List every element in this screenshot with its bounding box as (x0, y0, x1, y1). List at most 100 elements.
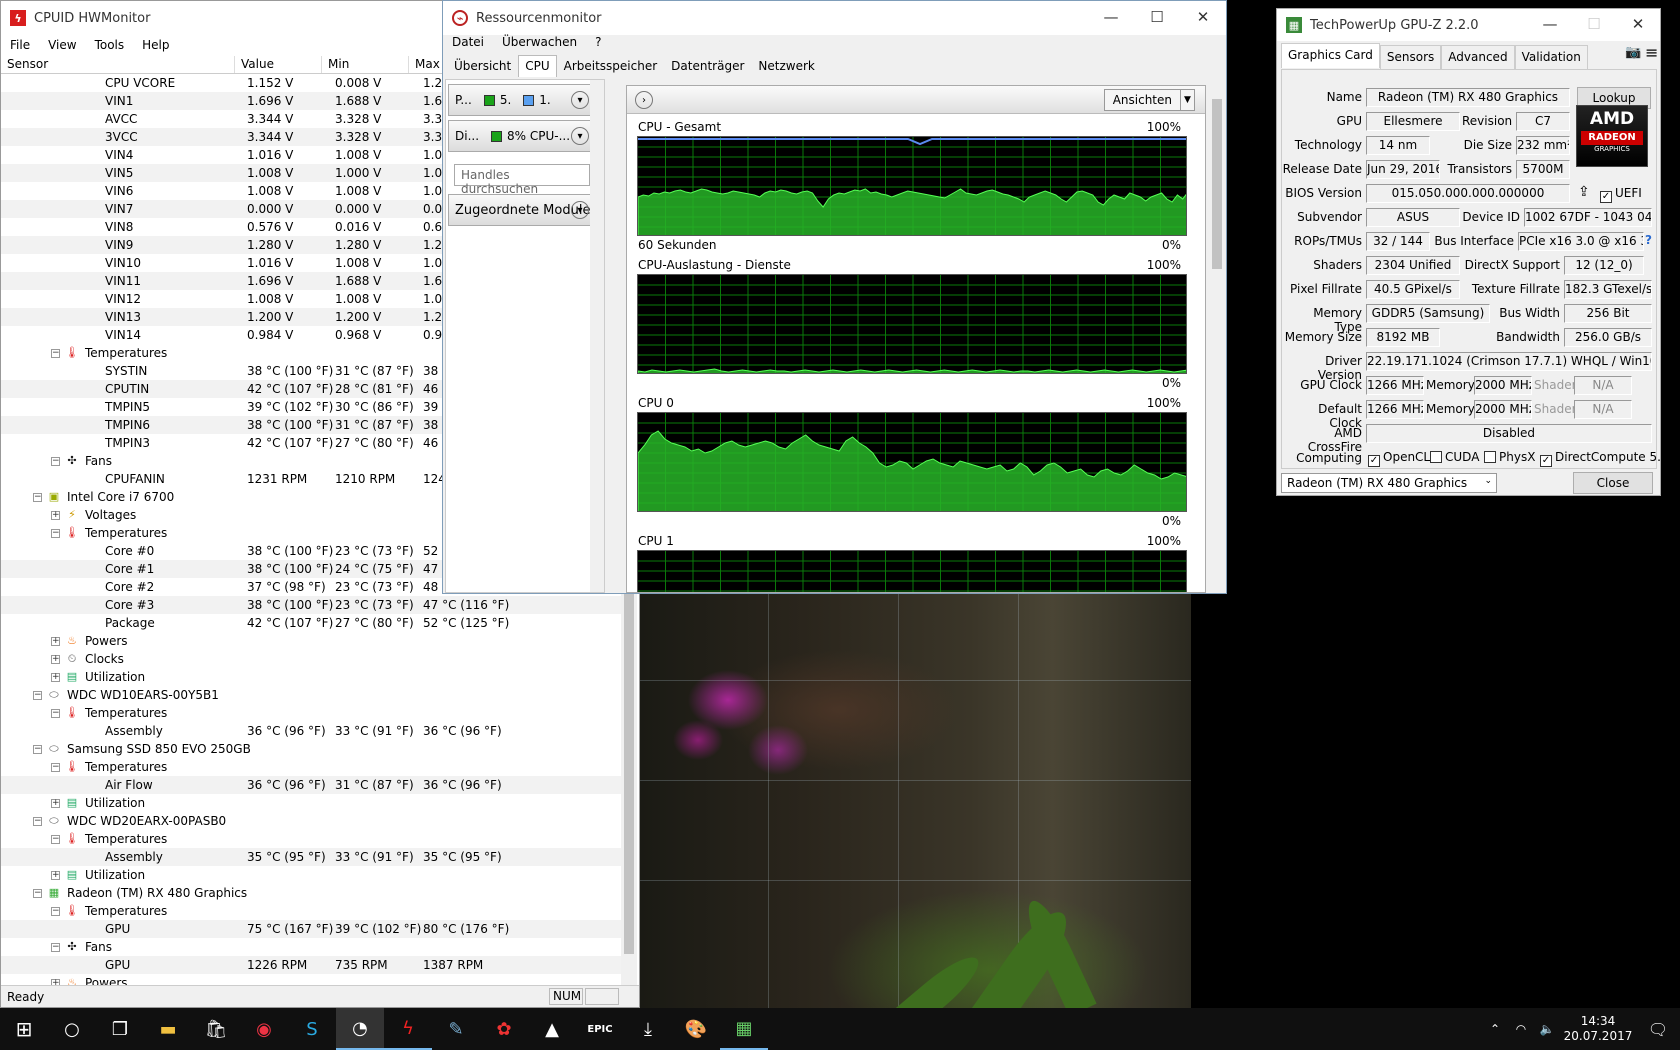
col-min[interactable]: Min (322, 56, 409, 73)
sensor-row[interactable]: Core #3 38 °C (100 °F) 23 °C (73 °F) 47 °C … (1, 596, 621, 614)
tab-graphics-card[interactable]: Graphics Card (1281, 43, 1380, 68)
menu-file[interactable]: File (1, 38, 39, 52)
chevron-right-icon[interactable]: › (635, 91, 653, 109)
sensor-group-row[interactable]: − ⬭ Samsung SSD 850 EVO 250GB (1, 740, 621, 758)
physx-checkbox[interactable]: PhysX (1484, 450, 1535, 464)
search-icon[interactable]: ○ (48, 1008, 96, 1050)
task-view-icon[interactable]: ❐ (96, 1008, 144, 1050)
scrollbar-thumb[interactable] (1212, 99, 1222, 269)
app-red-icon[interactable]: ✿ (480, 1008, 528, 1050)
cuda-checkbox[interactable]: CUDA (1430, 450, 1479, 464)
collapse-icon[interactable]: − (51, 762, 60, 772)
sensor-group-row[interactable]: + ▤ Utilization (1, 668, 621, 686)
dropdown-arrow-icon[interactable]: ▼ (1180, 90, 1194, 110)
chevron-down-icon[interactable]: ▾ (571, 91, 589, 109)
expand-icon[interactable]: + (51, 870, 60, 880)
sensor-group-row[interactable]: − ⬭ WDC WD10EARS-00Y5B1 (1, 686, 621, 704)
volume-icon[interactable]: 🔈 (1534, 1022, 1560, 1036)
tab-sensors[interactable]: Sensors (1379, 45, 1442, 70)
maximize-icon[interactable]: ☐ (1572, 9, 1616, 39)
tab-cpu[interactable]: CPU (518, 55, 557, 77)
share-icon[interactable]: ⇪ (1578, 184, 1590, 200)
tab-uebersicht[interactable]: Übersicht (447, 55, 518, 77)
tab-validation[interactable]: Validation (1514, 45, 1588, 70)
notepad-icon[interactable]: ✎ (432, 1008, 480, 1050)
sensor-row[interactable]: Package 42 °C (107 °F) 27 °C (80 °F) 52 °C … (1, 614, 621, 632)
col-value[interactable]: Value (235, 56, 322, 73)
handles-search-input[interactable]: Handles durchsuchen (454, 164, 590, 196)
sensor-group-row[interactable]: − ▦ Radeon (TM) RX 480 Graphics (1, 884, 621, 902)
camera-icon[interactable]: 📷 (1625, 45, 1641, 60)
expand-icon[interactable]: + (51, 510, 60, 520)
start-windows-icon[interactable]: ⊞ (0, 1008, 48, 1050)
sensor-group-row[interactable]: − 🌡 Temperatures (1, 704, 621, 722)
modules-panel-header[interactable]: Zugeordnete Module ▾ (448, 194, 596, 226)
left-pane-scrollbar[interactable] (590, 80, 604, 592)
collapse-icon[interactable]: − (33, 690, 42, 700)
collapse-icon[interactable]: − (33, 816, 42, 826)
sensor-group-row[interactable]: + ▤ Utilization (1, 866, 621, 884)
collapse-icon[interactable]: − (51, 528, 60, 538)
maximize-icon[interactable]: ☐ (1134, 1, 1180, 33)
opencl-checkbox[interactable]: ✓ OpenCL (1368, 450, 1430, 467)
collapse-icon[interactable]: − (51, 942, 60, 952)
menu-icon[interactable]: ≡ (1645, 43, 1658, 62)
sensor-row[interactable]: Assembly 36 °C (96 °F) 33 °C (91 °F) 36 °C … (1, 722, 621, 740)
collapse-icon[interactable]: − (51, 456, 60, 466)
store-icon[interactable]: 🛍 (192, 1008, 240, 1050)
sensor-row[interactable]: Assembly 35 °C (95 °F) 33 °C (91 °F) 35 °C … (1, 848, 621, 866)
sensor-row[interactable]: GPU 1226 RPM 735 RPM 1387 RPM (1, 956, 621, 974)
gpuz-taskbar-icon[interactable]: ▦ (720, 1008, 768, 1050)
resource-monitor-taskbar-icon[interactable]: ◔ (336, 1008, 384, 1050)
minimize-icon[interactable]: — (1088, 1, 1134, 33)
sensor-group-row[interactable]: + ▤ Utilization (1, 794, 621, 812)
graph-pane-scrollbar[interactable] (1210, 85, 1224, 593)
sensor-row[interactable]: Air Flow 36 °C (96 °F) 31 °C (87 °F) 36 °C … (1, 776, 621, 794)
sensor-group-row[interactable]: − ✣ Fans (1, 938, 621, 956)
expand-icon[interactable]: + (51, 654, 60, 664)
file-explorer-icon[interactable]: ▬ (144, 1008, 192, 1050)
tab-arbeitsspeicher[interactable]: Arbeitsspeicher (557, 55, 665, 77)
gpuz-window[interactable]: ▦ TechPowerUp GPU-Z 2.2.0 — ☐ ✕ Graphics… (1276, 8, 1669, 496)
close-icon[interactable]: ✕ (1616, 9, 1660, 39)
services-panel-header[interactable]: Di... 8% CPU-... ▾ (448, 120, 596, 152)
skype-icon[interactable]: S (288, 1008, 336, 1050)
sensor-row[interactable]: GPU 75 °C (167 °F) 39 °C (102 °F) 80 °C (17… (1, 920, 621, 938)
graphics-card-select[interactable]: Radeon (TM) RX 480 Graphics ⌄ (1281, 473, 1497, 493)
menu-ueberwachen[interactable]: Überwachen (493, 35, 586, 49)
chevron-up-icon[interactable]: ⌃ (1482, 1022, 1508, 1036)
hwmonitor-taskbar-icon[interactable]: ϟ (384, 1008, 432, 1050)
collapse-icon[interactable]: − (33, 744, 42, 754)
menu-tools[interactable]: Tools (86, 38, 134, 52)
notification-center-icon[interactable]: 🗨 (1636, 1020, 1680, 1039)
collapse-icon[interactable]: − (51, 348, 60, 358)
collapse-icon[interactable]: − (33, 888, 42, 898)
photos-icon[interactable]: ▲ (528, 1008, 576, 1050)
chevron-down-icon[interactable]: ⌄ (1484, 476, 1492, 486)
sensor-group-row[interactable]: − 🌡 Temperatures (1, 830, 621, 848)
processes-panel-header[interactable]: P... 5. 1. ▾ (448, 84, 596, 116)
sensor-group-row[interactable]: − 🌡 Temperatures (1, 758, 621, 776)
col-sensor[interactable]: Sensor (1, 56, 235, 73)
tab-datentraeger[interactable]: Datenträger (664, 55, 751, 77)
minimize-icon[interactable]: — (1528, 9, 1572, 39)
sensor-group-row[interactable]: + ⏲ Clocks (1, 650, 621, 668)
wifi-icon[interactable]: ◠ (1508, 1022, 1534, 1036)
menu-help[interactable]: ? (586, 35, 610, 49)
menu-datei[interactable]: Datei (443, 35, 493, 49)
views-dropdown[interactable]: Ansichten ▼ (1103, 89, 1195, 111)
tab-advanced[interactable]: Advanced (1441, 45, 1515, 70)
expand-icon[interactable]: + (51, 672, 60, 682)
help-icon[interactable]: ? (1645, 233, 1652, 247)
menu-help[interactable]: Help (133, 38, 178, 52)
close-button[interactable]: Close (1573, 472, 1653, 494)
menu-view[interactable]: View (39, 38, 85, 52)
sensor-group-row[interactable]: − 🌡 Temperatures (1, 902, 621, 920)
collapse-icon[interactable]: − (51, 834, 60, 844)
epic-games-icon[interactable]: EPIC (576, 1008, 624, 1050)
paint-icon[interactable]: 🎨 (672, 1008, 720, 1050)
resource-monitor-window[interactable]: ⌁ Ressourcenmonitor — ☐ ✕ Datei Überwach… (442, 0, 1227, 594)
chevron-down-icon[interactable]: ▾ (571, 127, 589, 145)
uefi-checkbox[interactable]: ✓ UEFI (1600, 186, 1642, 203)
sensor-group-row[interactable]: + ♨ Powers (1, 632, 621, 650)
